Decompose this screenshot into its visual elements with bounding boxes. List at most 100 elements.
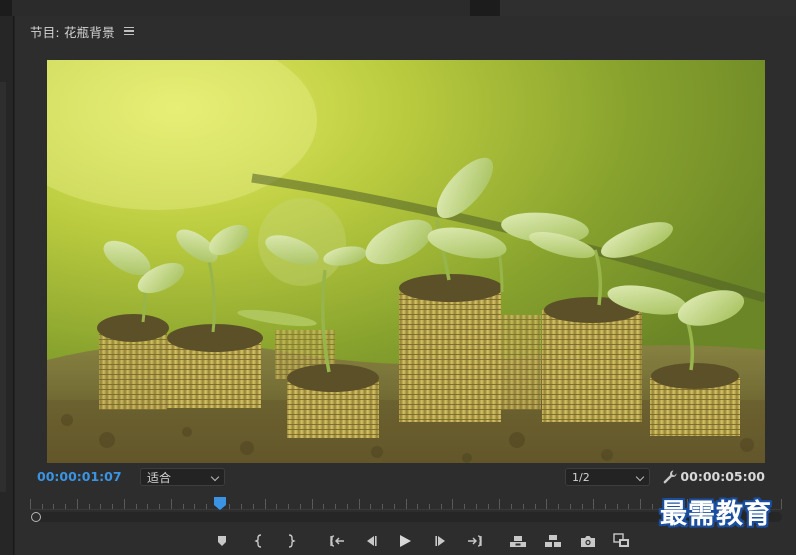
go-to-out-button[interactable] — [466, 532, 484, 550]
extract-icon — [545, 535, 561, 547]
ruler-tick — [394, 504, 395, 509]
ruler-tick — [253, 504, 254, 509]
extract-button[interactable] — [544, 532, 562, 550]
ruler-tick — [605, 504, 606, 509]
zoom-fit-value: 适合 — [147, 470, 172, 485]
ruler-tick — [382, 504, 383, 509]
ruler-tick — [535, 504, 536, 509]
ruler-tick — [476, 504, 477, 509]
ruler-tick — [206, 504, 207, 509]
ruler-tick — [276, 504, 277, 509]
add-marker-button[interactable] — [213, 532, 231, 550]
ruler-tick — [429, 504, 430, 509]
ruler-tick — [65, 504, 66, 509]
go-to-out-icon — [468, 535, 482, 547]
step-back-button[interactable] — [362, 532, 380, 550]
panel-menu-icon[interactable] — [123, 27, 134, 35]
compare-icon — [613, 533, 629, 547]
playback-resolution-select[interactable]: 1/2 — [565, 468, 650, 486]
ruler-tick — [171, 499, 172, 509]
ruler-tick — [347, 504, 348, 509]
ruler-tick — [159, 504, 160, 509]
ruler-tick — [42, 504, 43, 509]
ruler-tick — [570, 504, 571, 509]
panel-header: 节目: 花瓶背景 — [15, 16, 796, 46]
panel-title[interactable]: 节目: 花瓶背景 — [30, 22, 115, 41]
ruler-tick — [30, 499, 31, 509]
ruler-tick — [523, 504, 524, 509]
ruler-tick — [593, 499, 594, 509]
ruler-tick — [124, 499, 125, 509]
ruler-tick — [359, 499, 360, 509]
ruler-tick — [652, 504, 653, 509]
current-timecode[interactable]: 00:00:01:07 — [37, 469, 122, 484]
ruler-tick — [241, 504, 242, 509]
left-panel-scroll[interactable] — [0, 82, 6, 492]
ruler-tick — [53, 504, 54, 509]
ruler-tick — [452, 499, 453, 509]
video-frame-image — [47, 60, 765, 463]
ruler-tick — [464, 504, 465, 509]
left-panel-edge — [0, 16, 14, 555]
zoom-scroll-handle[interactable] — [31, 512, 41, 522]
playhead[interactable] — [214, 496, 226, 510]
video-preview[interactable] — [47, 60, 765, 463]
program-monitor-panel: 节目: 花瓶背景 00:00:01:07 适合 1/2 00:00:05:00 — [15, 16, 796, 555]
top-tab-area — [12, 0, 470, 16]
playback-resolution-value: 1/2 — [572, 470, 590, 484]
ruler-tick — [147, 504, 148, 509]
top-strip — [0, 0, 796, 16]
mark-out-button[interactable] — [282, 532, 300, 550]
mark-in-icon — [254, 534, 262, 548]
zoom-fit-select[interactable]: 适合 — [140, 468, 225, 486]
ruler-tick — [89, 504, 90, 509]
marker-icon — [218, 536, 226, 546]
lift-icon — [510, 536, 526, 547]
transport-controls — [15, 530, 796, 552]
ruler-tick — [194, 504, 195, 509]
play-button[interactable] — [396, 532, 414, 550]
ruler-tick — [335, 504, 336, 509]
duration-timecode: 00:00:05:00 — [680, 469, 765, 484]
ruler-tick — [441, 504, 442, 509]
ruler-tick — [558, 504, 559, 509]
go-to-in-icon — [330, 535, 344, 547]
ruler-tick — [77, 499, 78, 509]
ruler-tick — [112, 504, 113, 509]
monitor-info-row: 00:00:01:07 适合 1/2 00:00:05:00 — [15, 466, 796, 490]
ruler-tick — [370, 504, 371, 509]
mark-out-icon — [288, 534, 296, 548]
ruler-tick — [582, 504, 583, 509]
ruler-tick — [406, 499, 407, 509]
export-frame-button[interactable] — [579, 532, 597, 550]
step-back-icon — [367, 536, 377, 546]
ruler-tick — [288, 504, 289, 509]
ruler-tick — [546, 499, 547, 509]
ruler-tick — [640, 499, 641, 509]
camera-icon — [581, 535, 595, 547]
ruler-tick — [617, 504, 618, 509]
settings-wrench-icon[interactable] — [662, 469, 678, 485]
comparison-view-button[interactable] — [613, 532, 631, 550]
ruler-tick — [312, 499, 313, 509]
ruler-tick — [265, 499, 266, 509]
step-forward-icon — [435, 536, 445, 546]
ruler-tick — [781, 499, 782, 509]
watermark-logo: 最需教育 — [660, 499, 772, 530]
ruler-tick — [628, 504, 629, 509]
ruler-tick — [100, 504, 101, 509]
ruler-tick — [323, 504, 324, 509]
mark-in-button[interactable] — [250, 532, 268, 550]
top-tab-area-right — [500, 0, 796, 16]
ruler-tick — [511, 504, 512, 509]
ruler-tick — [499, 499, 500, 509]
lift-button[interactable] — [509, 532, 527, 550]
ruler-tick — [417, 504, 418, 509]
ruler-tick — [300, 504, 301, 509]
ruler-tick — [136, 504, 137, 509]
go-to-in-button[interactable] — [328, 532, 346, 550]
step-forward-button[interactable] — [432, 532, 450, 550]
chevron-down-icon — [635, 472, 645, 482]
play-icon — [400, 535, 411, 547]
ruler-tick — [488, 504, 489, 509]
